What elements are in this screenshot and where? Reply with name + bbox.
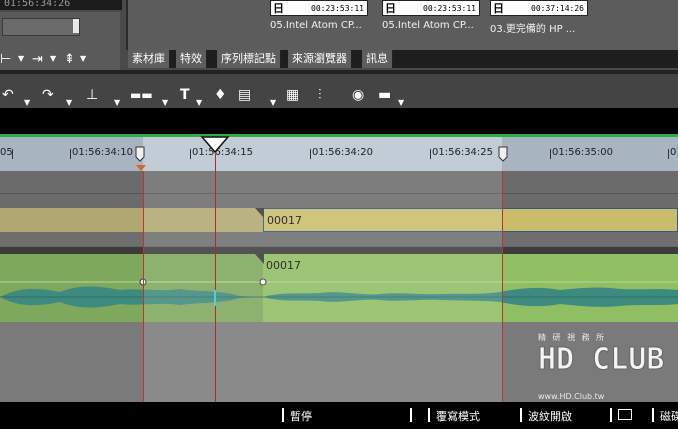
- clip-name: 05.Intel Atom CP...: [382, 20, 474, 31]
- clip-thumbnail: 日 00:37:14:26: [490, 0, 588, 16]
- render-icon[interactable]: ▤: [238, 84, 251, 106]
- left-tools: ⊢ ▼ ⇥ ▼ ⇞ ▼: [0, 52, 120, 70]
- bin-item[interactable]: 日 00:23:53:11 05.Intel Atom CP...: [382, 0, 482, 48]
- timecode-display: 01:56:34:26: [0, 0, 122, 10]
- chevron-down-icon[interactable]: ▼: [196, 98, 202, 107]
- in-point-icon[interactable]: ⊢: [0, 52, 11, 67]
- tab-source-browser[interactable]: 來源瀏覽器: [288, 50, 352, 68]
- window-icon[interactable]: [618, 409, 632, 420]
- chevron-down-icon[interactable]: ▼: [80, 54, 86, 63]
- tab-info[interactable]: 訊息: [362, 50, 393, 68]
- mixer-icon[interactable]: ⫶: [318, 84, 322, 106]
- status-disk: 磁碟: [660, 410, 678, 423]
- chevron-down-icon[interactable]: ▼: [270, 98, 276, 107]
- chevron-down-icon[interactable]: ▼: [162, 98, 168, 107]
- position-slider[interactable]: [2, 18, 80, 36]
- in-out-selection: [143, 171, 502, 402]
- tab-asset-library[interactable]: 素材庫: [128, 50, 170, 68]
- ruler-labels: 05 01:56:34:10 01:56:34:15 01:56:34:20 0…: [0, 137, 678, 171]
- text-icon[interactable]: T: [180, 84, 190, 106]
- clip-thumbnail: 日 00:23:53:11: [270, 0, 368, 16]
- export-icon[interactable]: ▬: [378, 84, 391, 106]
- ruler-label: 01:56:34:10: [72, 147, 134, 158]
- chevron-down-icon[interactable]: ▼: [18, 54, 24, 63]
- status-overwrite-mode[interactable]: 覆寫模式: [436, 408, 480, 424]
- undo-icon[interactable]: ↶: [2, 84, 14, 106]
- clip-thumbnail: 日 00:23:53:11: [382, 0, 480, 16]
- in-marker-icon[interactable]: [133, 145, 149, 171]
- marker-icon[interactable]: ⇥: [32, 52, 43, 67]
- status-waveform[interactable]: 波紋開啟: [528, 408, 572, 424]
- clip-name: 05.Intel Atom CP...: [270, 20, 362, 31]
- chevron-down-icon[interactable]: ▼: [114, 98, 120, 107]
- tab-sequence-markers[interactable]: 序列標記點: [217, 50, 281, 68]
- bin-item[interactable]: 日 00:37:14:26 03.更完備的 HP ...: [490, 0, 590, 48]
- ruler-label: 01: [670, 147, 678, 158]
- redo-icon[interactable]: ↷: [42, 84, 54, 106]
- slider-knob[interactable]: [73, 19, 79, 33]
- out-point-line: [502, 171, 503, 402]
- grid-icon[interactable]: ▦: [286, 84, 299, 106]
- out-marker-icon[interactable]: [496, 145, 512, 165]
- split-icon[interactable]: ⊥: [86, 84, 98, 106]
- in-point-line: [143, 171, 144, 402]
- bin-item[interactable]: 日 00:23:53:11 05.Intel Atom CP...: [270, 0, 370, 48]
- hdclub-watermark: 精 研 視 務 所 HD CLUB www.HD.Club.tw: [537, 333, 665, 401]
- chevron-down-icon[interactable]: ▼: [24, 98, 30, 107]
- asset-bin: 日 00:23:53:11 05.Intel Atom CP... 日 00:2…: [126, 0, 678, 50]
- ruler-label: 01:56:34:25: [432, 147, 494, 158]
- status-bar: 暫停 覆寫模式 波紋開啟 磁碟: [0, 402, 678, 429]
- chevron-down-icon[interactable]: ▼: [50, 54, 56, 63]
- mic-icon[interactable]: ♦: [214, 84, 227, 106]
- status-pause: 暫停: [290, 410, 312, 423]
- clip-name: 03.更完備的 HP ...: [490, 24, 576, 35]
- color-icon[interactable]: ◉: [352, 84, 364, 106]
- ripple-icon[interactable]: ▬▬: [130, 84, 153, 106]
- ruler-label: 05: [0, 147, 13, 158]
- timeline-header-strip: [0, 108, 678, 136]
- timeline-toolbar: [0, 70, 678, 112]
- ruler-label: 01:56:34:20: [312, 147, 374, 158]
- playhead-cursor: [214, 290, 216, 306]
- chevron-down-icon[interactable]: ▼: [66, 98, 72, 107]
- tab-effects[interactable]: 特效: [176, 50, 207, 68]
- chevron-down-icon[interactable]: ▼: [398, 98, 404, 107]
- ruler-label: 01:56:35:00: [552, 147, 614, 158]
- panel-tabs: 素材庫 特效 序列標記點 來源瀏覽器 訊息: [128, 50, 678, 68]
- ripple-tool-icon[interactable]: ⇞: [64, 52, 75, 67]
- playhead-line[interactable]: [215, 152, 216, 402]
